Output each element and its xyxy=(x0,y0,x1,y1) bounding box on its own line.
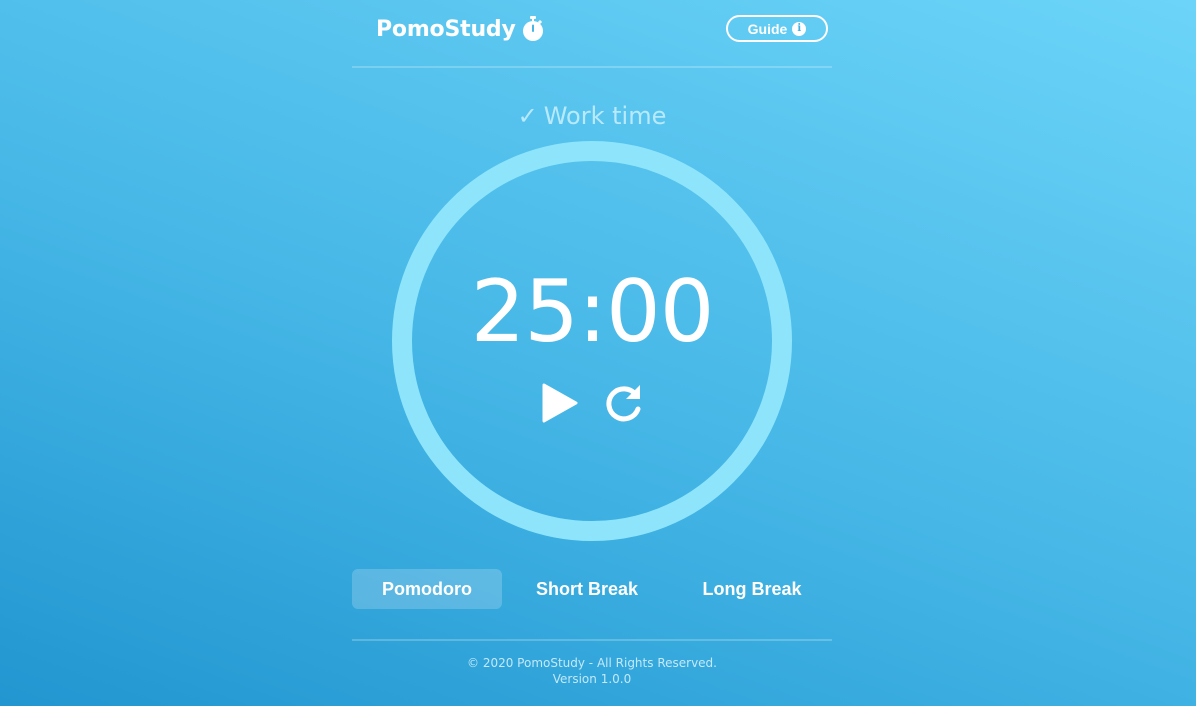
info-icon: i xyxy=(792,21,807,36)
stopwatch-icon xyxy=(522,16,544,42)
app-container: PomoStudy Guide i ✓ Work time 25:00 Pomo… xyxy=(352,0,832,706)
reset-icon xyxy=(606,385,641,422)
mode-tabs: Pomodoro Short Break Long Break xyxy=(352,569,832,609)
header-divider xyxy=(352,66,832,68)
timer-controls xyxy=(352,381,832,425)
header: PomoStudy Guide i xyxy=(352,0,832,66)
logo[interactable]: PomoStudy xyxy=(376,16,544,42)
guide-button[interactable]: Guide i xyxy=(726,15,828,42)
app-name: PomoStudy xyxy=(376,16,516,42)
mode-label: ✓ Work time xyxy=(352,102,832,130)
footer: © 2020 PomoStudy - All Rights Reserved. … xyxy=(352,655,832,687)
mode-label-text: Work time xyxy=(543,102,667,130)
footer-divider xyxy=(352,639,832,641)
copyright-text: © 2020 PomoStudy - All Rights Reserved. xyxy=(467,656,717,670)
tab-long-break[interactable]: Long Break xyxy=(672,569,832,609)
tab-short-break[interactable]: Short Break xyxy=(512,569,662,609)
play-icon xyxy=(542,383,578,423)
tab-pomodoro[interactable]: Pomodoro xyxy=(352,569,502,609)
time-display: 25:00 xyxy=(470,262,715,362)
check-icon: ✓ xyxy=(517,102,538,130)
reset-button[interactable] xyxy=(602,381,646,425)
version-text: Version 1.0.0 xyxy=(552,672,632,686)
guide-button-label: Guide xyxy=(747,20,788,37)
play-button[interactable] xyxy=(538,381,582,425)
